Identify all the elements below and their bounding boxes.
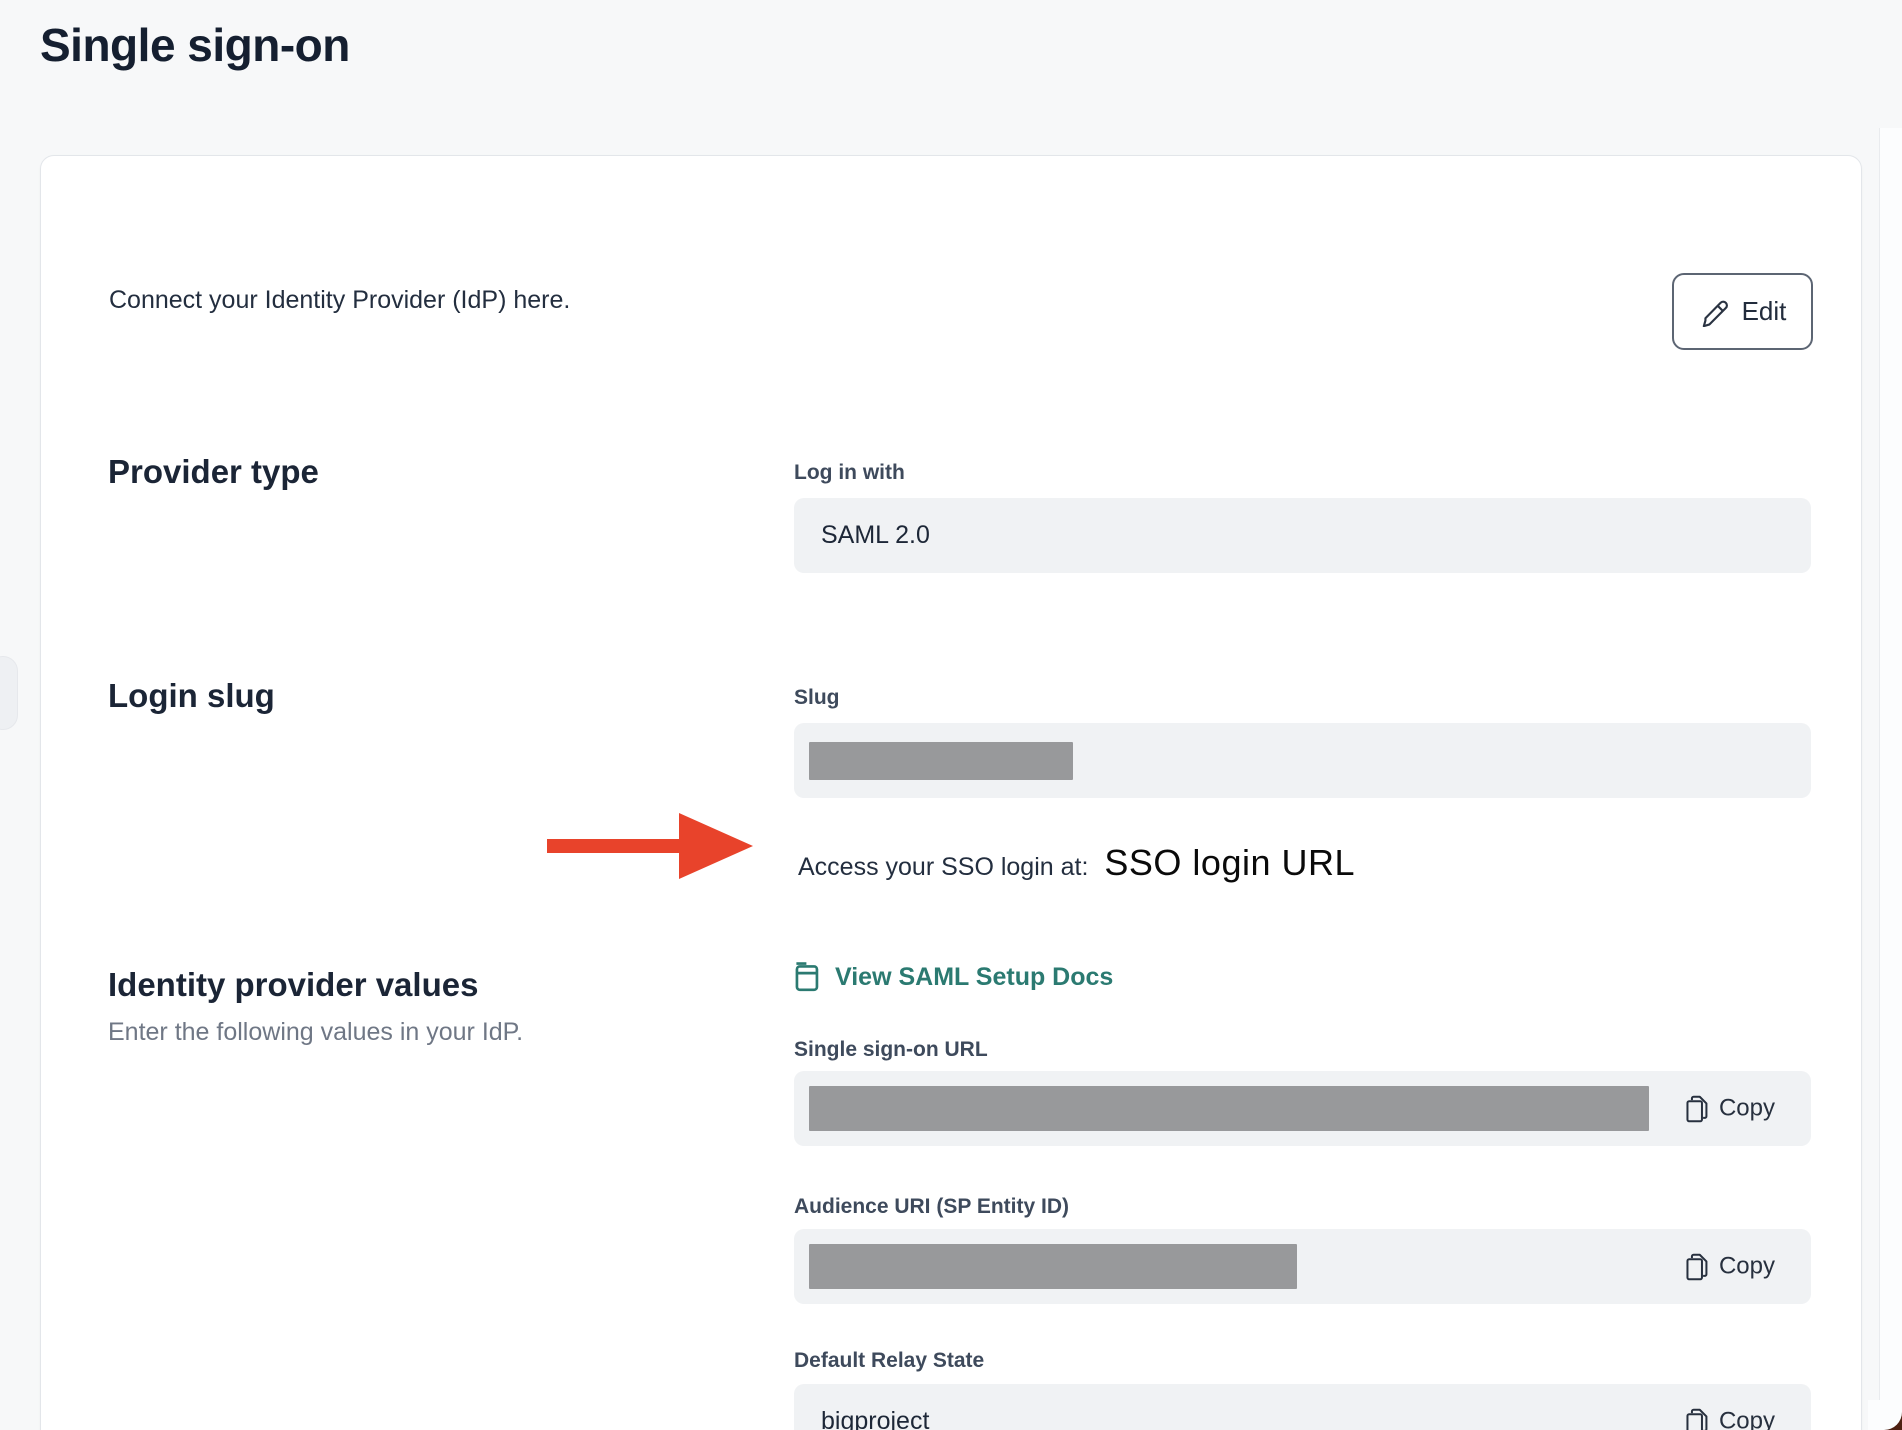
saml-docs-link[interactable]: View SAML Setup Docs [794, 962, 1113, 992]
sso-login-note: Access your SSO login at: SSO login URL [798, 842, 1355, 884]
document-icon [794, 962, 821, 992]
copy-icon [1685, 1252, 1710, 1281]
slug-field [794, 723, 1811, 798]
copy-button-label: Copy [1719, 1253, 1775, 1281]
sso-url-label: Single sign-on URL [794, 1038, 988, 1062]
redacted-sso-url-value [809, 1086, 1649, 1131]
default-relay-state-label: Default Relay State [794, 1349, 984, 1373]
login-with-value: SAML 2.0 [794, 521, 930, 550]
copy-button-label: Copy [1719, 1408, 1775, 1430]
redacted-slug-value [809, 742, 1073, 780]
provider-type-heading: Provider type [108, 453, 319, 491]
copy-icon [1685, 1407, 1710, 1430]
default-relay-state-value: bigproject [794, 1407, 929, 1430]
edit-button-label: Edit [1742, 296, 1787, 327]
sidebar-edge-tab[interactable] [0, 656, 18, 730]
scrollbar-track[interactable] [1879, 128, 1902, 1430]
copy-button-label: Copy [1719, 1095, 1775, 1123]
slug-label: Slug [794, 686, 840, 710]
sso-note-highlight: SSO login URL [1104, 842, 1355, 884]
annotation-arrow-icon [679, 813, 753, 879]
copy-relay-state-button[interactable]: Copy [1685, 1407, 1775, 1430]
copy-icon [1685, 1094, 1710, 1123]
edit-button[interactable]: Edit [1672, 273, 1813, 350]
audience-uri-field: Copy [794, 1229, 1811, 1304]
login-slug-heading: Login slug [108, 677, 275, 715]
copy-sso-url-button[interactable]: Copy [1685, 1094, 1775, 1123]
audience-uri-label: Audience URI (SP Entity ID) [794, 1195, 1069, 1219]
sso-url-field: Copy [794, 1071, 1811, 1146]
saml-docs-link-label: View SAML Setup Docs [835, 963, 1113, 992]
redacted-audience-uri-value [809, 1244, 1297, 1289]
copy-audience-uri-button[interactable]: Copy [1685, 1252, 1775, 1281]
sso-note-prefix: Access your SSO login at: [798, 853, 1088, 882]
default-relay-state-field: bigproject Copy [794, 1384, 1811, 1430]
idp-values-heading: Identity provider values [108, 966, 478, 1004]
login-with-field: SAML 2.0 [794, 498, 1811, 573]
pencil-icon [1699, 297, 1729, 327]
login-with-label: Log in with [794, 461, 905, 485]
annotation-arrow-shaft [547, 839, 683, 853]
intro-text: Connect your Identity Provider (IdP) her… [109, 286, 570, 315]
sso-settings-card: Connect your Identity Provider (IdP) her… [40, 155, 1862, 1430]
idp-values-subheading: Enter the following values in your IdP. [108, 1018, 523, 1047]
page-title: Single sign-on [40, 18, 350, 72]
